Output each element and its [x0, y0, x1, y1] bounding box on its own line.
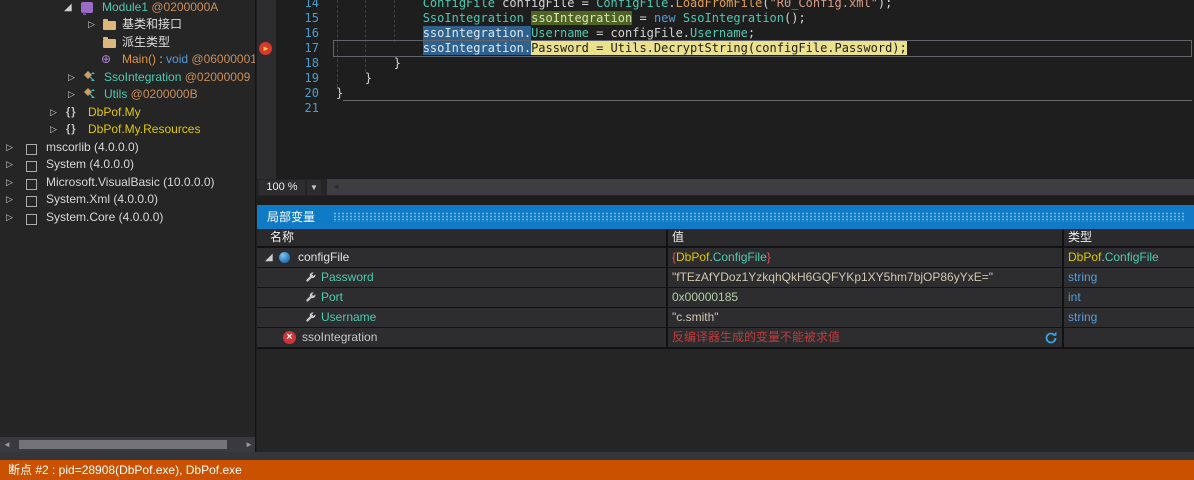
expander-collapsed-icon[interactable]: [6, 155, 18, 173]
assembly-explorer-tree[interactable]: Module1 @0200000A 基类和接口 派生类型 Main() : vo…: [0, 0, 256, 452]
tree-item-namespace-dbpof-my-resources[interactable]: DbPof.My.Resources: [0, 120, 255, 138]
expander-collapsed-icon[interactable]: [6, 190, 18, 208]
assembly-icon: [26, 144, 37, 155]
error-icon: [283, 331, 296, 344]
expander-collapsed-icon[interactable]: [6, 208, 18, 226]
bottom-resize-strip: [0, 452, 1194, 460]
assembly-icon: [26, 161, 37, 172]
expander-collapsed-icon[interactable]: [6, 173, 18, 191]
line-number: 21: [277, 101, 319, 116]
code-line-20: }: [336, 86, 343, 101]
debug-status-bar: 断点 #2 : pid=28908(DbPof.exe), DbPof.exe: [0, 460, 1194, 480]
line-number: 14: [277, 0, 319, 11]
folder-icon: [103, 39, 116, 48]
tree-item-assembly-mscorlib[interactable]: mscorlib (4.0.0.0): [0, 138, 255, 156]
definition-highlight: ssoIntegration: [531, 11, 632, 25]
tree-item-module1[interactable]: Module1 @0200000A: [0, 0, 255, 16]
tree-item-ssointegration-class[interactable]: SsoIntegration @02000009: [0, 68, 255, 86]
code-line-16: ssoIntegration.Username = configFile.Use…: [336, 26, 755, 41]
class-icon: [83, 70, 97, 86]
locals-row-port[interactable]: Port 0x00000185 int: [257, 288, 1194, 307]
tree-item-assembly-system-core[interactable]: System.Core (4.0.0.0): [0, 208, 255, 226]
expander-collapsed-icon[interactable]: [68, 85, 80, 103]
locals-row-configfile[interactable]: configFile {DbPof.ConfigFile} DbPof.Conf…: [257, 248, 1194, 267]
line-number: 18: [277, 56, 319, 71]
editor-horizontal-scrollbar[interactable]: [327, 179, 1194, 195]
code-editor[interactable]: 14 15 16 17 18 19 20 21 ConfigFile confi…: [257, 0, 1194, 196]
method-icon: [101, 50, 114, 68]
class-icon: [83, 87, 97, 103]
locals-row-password[interactable]: Password "fTEzAfYDoz1YzkqhQkH6GQFYKp1XY5…: [257, 268, 1194, 287]
scroll-left-arrow-icon[interactable]: [0, 437, 14, 452]
tree-item-utils-class[interactable]: Utils @0200000B: [0, 85, 255, 103]
tree-item-assembly-microsoft-visualbasic[interactable]: Microsoft.VisualBasic (10.0.0.0): [0, 173, 255, 191]
editor-zoom-level[interactable]: 100 %: [259, 180, 305, 195]
folder-icon: [103, 21, 116, 30]
assembly-icon: [26, 179, 37, 190]
variable-icon: [279, 252, 290, 263]
line-number: 15: [277, 11, 319, 26]
editor-bottom-bar: 100 %: [257, 179, 1194, 196]
code-line-15: SsoIntegration ssoIntegration = new SsoI…: [336, 11, 806, 26]
tree-horizontal-scrollbar[interactable]: [0, 437, 256, 452]
locals-variables-panel[interactable]: 名称 值 类型 configFile {DbPof.ConfigFile} Db…: [257, 229, 1194, 452]
tree-item-assembly-system-xml[interactable]: System.Xml (4.0.0.0): [0, 190, 255, 208]
locals-row-username[interactable]: Username "c.smith" string: [257, 308, 1194, 327]
expander-expanded-icon[interactable]: [265, 248, 277, 266]
locals-header-row[interactable]: 名称 值 类型: [257, 229, 1194, 246]
tree-item-base-types[interactable]: 基类和接口: [0, 15, 255, 33]
locals-row-ssointegration[interactable]: ssoIntegration 反编译器生成的变量不能被求值: [257, 328, 1194, 347]
reference-highlight: ssoIntegration.: [423, 41, 531, 55]
code-line-18: }: [336, 56, 401, 71]
expander-collapsed-icon[interactable]: [50, 120, 62, 138]
expander-collapsed-icon[interactable]: [68, 68, 80, 86]
property-wrench-icon: [304, 291, 317, 304]
refresh-value-button[interactable]: [1044, 331, 1058, 345]
locals-panel-title: 局部变量: [267, 205, 315, 229]
column-header-name[interactable]: 名称: [270, 229, 294, 246]
namespace-braces-icon: [66, 103, 82, 121]
assembly-icon: [26, 196, 37, 207]
line-number: 16: [277, 26, 319, 41]
line-number: 19: [277, 71, 319, 86]
scrollbar-thumb[interactable]: [19, 440, 227, 449]
breakpoint-margin[interactable]: [257, 0, 276, 179]
line-number: 17: [277, 41, 319, 56]
column-header-type[interactable]: 类型: [1068, 229, 1092, 246]
current-statement-highlight: ssoIntegration.Password = Utils.DecryptS…: [423, 41, 907, 55]
tree-item-assembly-system[interactable]: System (4.0.0.0): [0, 155, 255, 173]
column-header-value[interactable]: 值: [672, 229, 684, 246]
tree-item-namespace-dbpof-my[interactable]: DbPof.My: [0, 103, 255, 121]
expander-expanded-icon[interactable]: [64, 0, 76, 16]
code-line-19: }: [336, 71, 372, 86]
locals-panel-titlebar[interactable]: 局部变量: [257, 205, 1194, 229]
assembly-icon: [26, 214, 37, 225]
code-line-14: ConfigFile configFile = ConfigFile.LoadF…: [336, 0, 892, 11]
namespace-braces-icon: [66, 120, 82, 138]
tree-item-derived-types[interactable]: 派生类型: [0, 33, 255, 51]
status-text: 断点 #2 : pid=28908(DbPof.exe), DbPof.exe: [8, 460, 242, 480]
scroll-right-arrow-icon[interactable]: [242, 437, 256, 452]
column-divider[interactable]: [666, 229, 668, 348]
end-of-document-separator: [343, 100, 1192, 101]
module-icon: [81, 2, 93, 13]
titlebar-grip-dots: [333, 212, 1186, 222]
breakpoint-current-statement-icon[interactable]: [259, 42, 272, 55]
property-wrench-icon: [304, 271, 317, 284]
expander-collapsed-icon[interactable]: [50, 103, 62, 121]
expander-collapsed-icon[interactable]: [6, 138, 18, 156]
dnspy-debugger-window: Module1 @0200000A 基类和接口 派生类型 Main() : vo…: [0, 0, 1194, 480]
expander-collapsed-icon[interactable]: [88, 15, 100, 33]
tree-item-main-method[interactable]: Main() : void @06000001: [0, 50, 255, 68]
reference-highlight: ssoIntegration.: [423, 26, 531, 40]
line-number: 20: [277, 86, 319, 101]
property-wrench-icon: [304, 311, 317, 324]
zoom-dropdown-button[interactable]: [307, 180, 321, 195]
code-line-17-current-statement: ssoIntegration.Password = Utils.DecryptS…: [336, 41, 907, 56]
column-divider[interactable]: [1062, 229, 1064, 348]
